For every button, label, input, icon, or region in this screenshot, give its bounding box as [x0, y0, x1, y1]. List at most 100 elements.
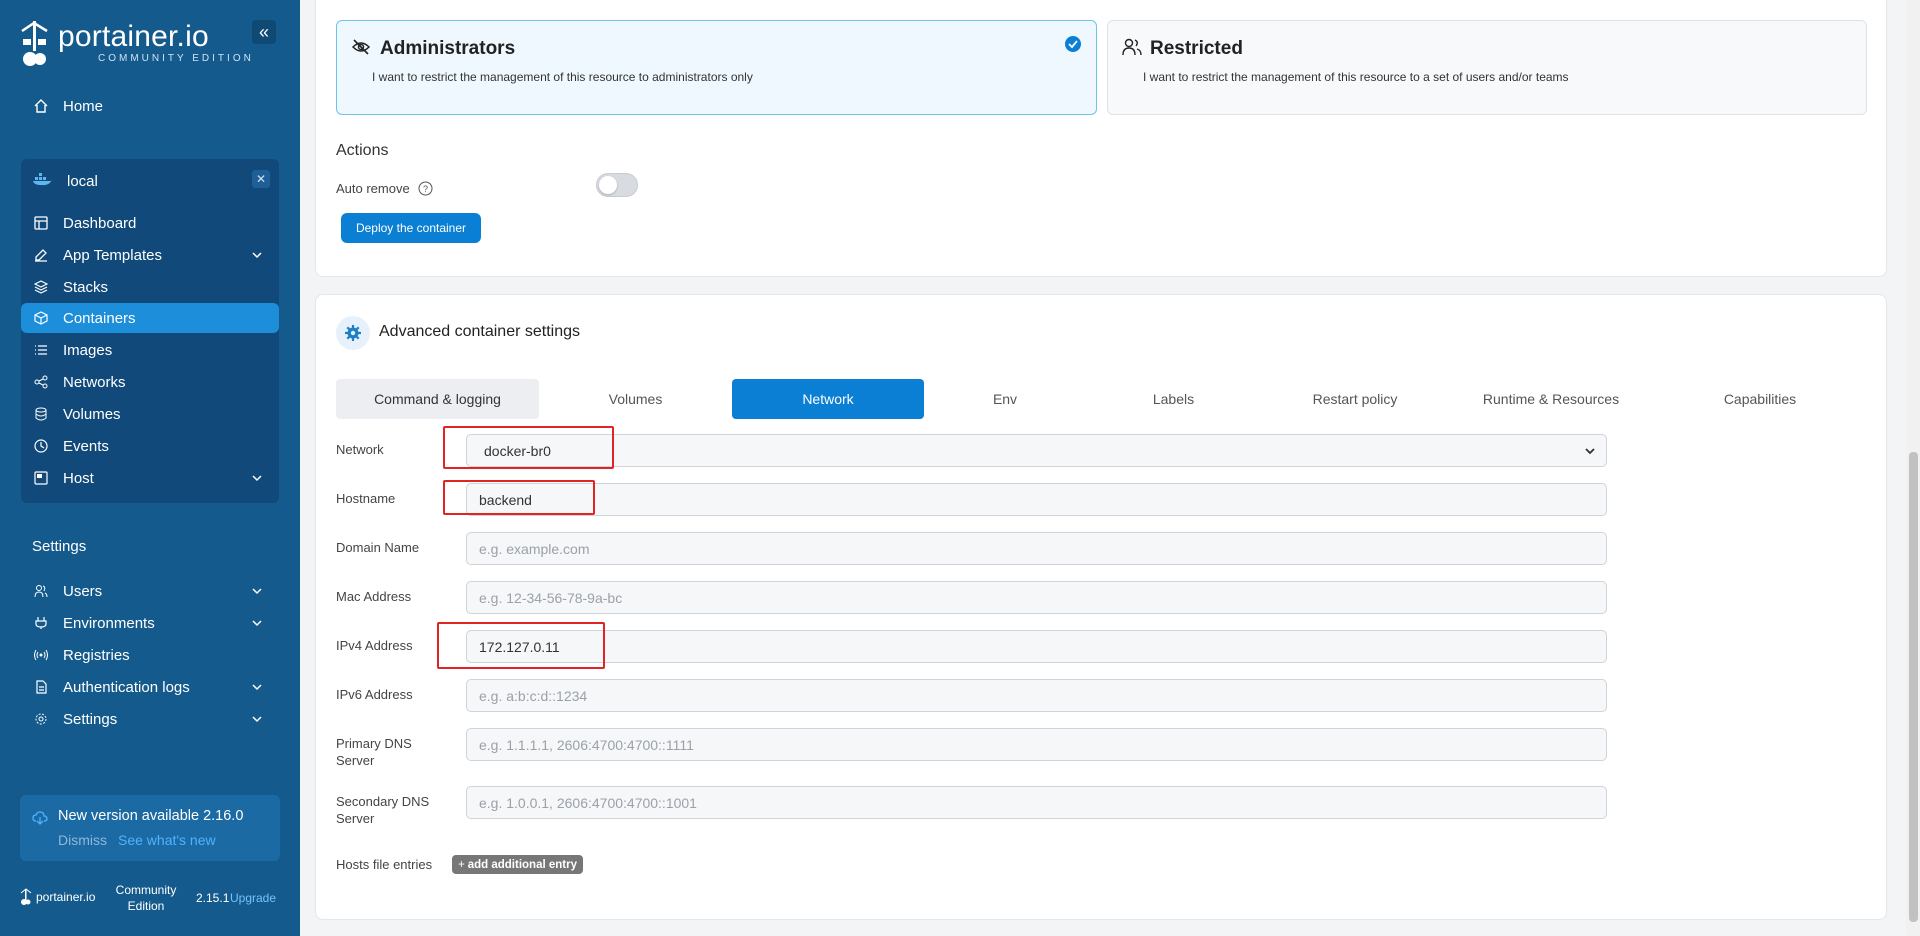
chevron-down-icon [252, 588, 262, 595]
hostname-input[interactable]: backend [466, 483, 1607, 516]
sidebar-item-settings[interactable]: Settings [21, 704, 279, 734]
settings-section-title: Settings [32, 538, 87, 555]
chevron-down-icon [252, 684, 262, 691]
footer-edition-line2: Edition [127, 899, 165, 913]
secondary-dns-label-line1: Secondary DNS [336, 794, 430, 809]
plug-icon [33, 615, 49, 631]
sidebar-item-containers[interactable]: Containers [21, 303, 279, 333]
network-select[interactable]: docker-br0 [466, 434, 1607, 467]
upgrade-link[interactable]: Upgrade [230, 891, 276, 905]
ipv6-address-label: IPv6 Address [336, 687, 413, 702]
version-label: 2.15.1 [196, 891, 230, 905]
primary-dns-label-line2: Server [336, 753, 375, 768]
ipv4-address-input[interactable]: 172.127.0.11 [466, 630, 1607, 663]
collapse-sidebar-button[interactable]: « [252, 20, 276, 44]
sidebar-item-volumes[interactable]: Volumes [21, 399, 279, 429]
users-icon [33, 583, 49, 599]
tab-capabilities[interactable]: Capabilities [1654, 379, 1866, 419]
secondary-dns-input[interactable]: e.g. 1.0.0.1, 2606:4700:4700::1001 [466, 786, 1607, 819]
plus-icon: + [458, 858, 465, 871]
sidebar-item-label: Environments [63, 614, 155, 632]
sidebar-item-users[interactable]: Users [21, 576, 279, 606]
brand-logo[interactable]: portainer.io COMMUNITY EDITION [20, 18, 254, 68]
deploy-container-button[interactable]: Deploy the container [341, 213, 481, 243]
sidebar-item-label: Containers [63, 309, 136, 327]
sidebar-item-networks[interactable]: Networks [21, 367, 279, 397]
access-option-title: Administrators [380, 38, 516, 59]
cloud-download-icon [32, 811, 48, 825]
auto-remove-toggle[interactable] [596, 173, 638, 197]
double-chevron-left-icon: « [258, 21, 269, 42]
brand-name: portainer.io [58, 20, 209, 53]
access-option-title: Restricted [1150, 38, 1243, 59]
home-icon [33, 98, 49, 114]
sidebar-item-images[interactable]: Images [21, 335, 279, 365]
settings-badge [336, 316, 370, 350]
tab-env[interactable]: Env [925, 379, 1085, 419]
sidebar-item-events[interactable]: Events [21, 431, 279, 461]
tab-labels[interactable]: Labels [1086, 379, 1261, 419]
tab-network[interactable]: Network [732, 379, 924, 419]
access-option-description: I want to restrict the management of thi… [372, 70, 753, 84]
chevron-down-icon [252, 252, 262, 259]
dismiss-link[interactable]: Dismiss [58, 832, 107, 848]
sidebar-item-label: Authentication logs [63, 678, 190, 696]
actions-title: Actions [336, 142, 389, 159]
sidebar-item-label: App Templates [63, 246, 162, 264]
access-option-administrators[interactable]: Administrators I want to restrict the ma… [336, 20, 1097, 115]
ipv6-address-input[interactable]: e.g. a:b:c:d::1234 [466, 679, 1607, 712]
advanced-settings-title: Advanced container settings [379, 323, 581, 340]
mac-address-input[interactable]: e.g. 12-34-56-78-9a-bc [466, 581, 1607, 614]
sidebar-item-environments[interactable]: Environments [21, 608, 279, 638]
close-icon: ✕ [255, 172, 267, 186]
footer-edition-line1: Community [115, 883, 177, 897]
footer-logo: portainer.io [20, 888, 95, 906]
add-host-entry-button[interactable]: + add additional entry [452, 855, 583, 874]
sidebar-item-label: Events [63, 437, 109, 455]
chevron-down-icon [252, 620, 262, 627]
sidebar-item-home[interactable]: Home [21, 91, 279, 121]
sidebar-item-app-templates[interactable]: App Templates [21, 240, 279, 270]
sidebar-item-label: Stacks [63, 278, 109, 296]
gear-icon [345, 325, 361, 341]
update-title: New version available 2.16.0 [58, 808, 244, 824]
chevron-down-icon [1585, 448, 1595, 455]
auto-remove-label: Auto remove [336, 181, 410, 196]
footer-edition: Community Edition [110, 882, 182, 914]
whats-new-link[interactable]: See what's new [118, 832, 216, 848]
layers-icon [33, 279, 49, 295]
access-option-restricted[interactable]: Restricted I want to restrict the manage… [1107, 20, 1867, 115]
tab-volumes[interactable]: Volumes [540, 379, 731, 419]
environment-name: local [67, 172, 98, 190]
domain-name-input[interactable]: e.g. example.com [466, 532, 1607, 565]
help-icon[interactable]: ? [418, 181, 433, 196]
primary-dns-input[interactable]: e.g. 1.1.1.1, 2606:4700:4700::1111 [466, 728, 1607, 761]
file-icon [33, 679, 49, 695]
footer-logo-text: portainer.io [36, 890, 96, 904]
tab-runtime-resources[interactable]: Runtime & Resources [1449, 379, 1653, 419]
tab-command-logging[interactable]: Command & logging [336, 379, 539, 419]
database-icon [33, 406, 49, 422]
sidebar-item-stacks[interactable]: Stacks [21, 272, 279, 302]
brand-edition: COMMUNITY EDITION [98, 53, 254, 64]
sidebar-item-label: Registries [63, 646, 130, 664]
chevron-down-icon [252, 475, 262, 482]
network-label: Network [336, 442, 384, 457]
close-environment-button[interactable]: ✕ [252, 170, 270, 188]
domain-name-label: Domain Name [336, 540, 420, 555]
tab-restart-policy[interactable]: Restart policy [1262, 379, 1448, 419]
sidebar-item-label: Volumes [63, 405, 121, 423]
sidebar-item-authentication-logs[interactable]: Authentication logs [21, 672, 279, 702]
environment-header[interactable]: local [21, 166, 279, 196]
update-notice [20, 795, 280, 861]
server-icon [33, 470, 49, 486]
sidebar-item-registries[interactable]: Registries [21, 640, 279, 670]
secondary-dns-label-line2: Server [336, 811, 375, 826]
sidebar-item-label: Home [63, 97, 104, 115]
sidebar-item-dashboard[interactable]: Dashboard [21, 208, 279, 238]
page-scrollbar-thumb[interactable] [1909, 452, 1918, 922]
mac-address-label: Mac Address [336, 589, 412, 604]
sidebar-item-host[interactable]: Host [21, 463, 279, 493]
box-icon [33, 310, 49, 326]
dashboard-icon [33, 215, 49, 231]
